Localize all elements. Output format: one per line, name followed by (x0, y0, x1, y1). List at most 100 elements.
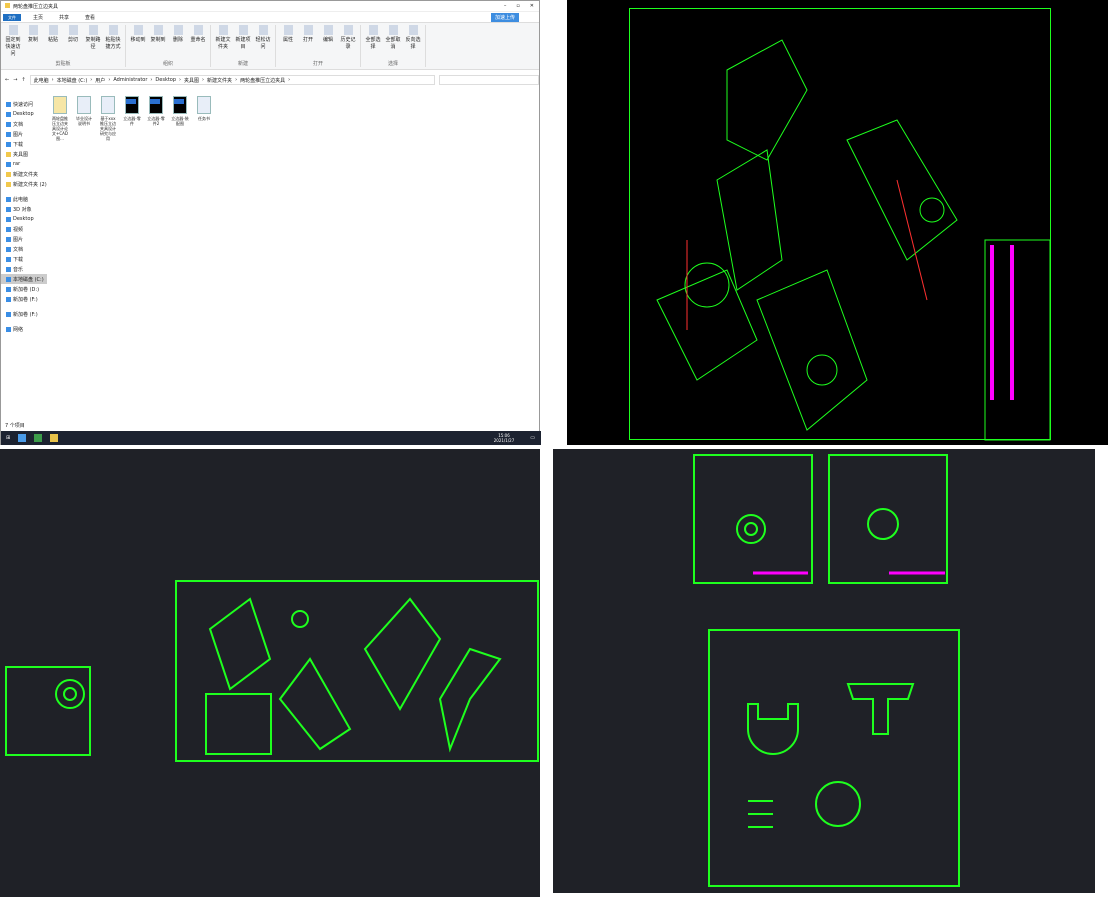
start-icon[interactable]: ⊞ (6, 435, 10, 441)
ribbon-button[interactable]: 反向选择 (405, 25, 421, 50)
nav-item[interactable]: 网络 (1, 324, 47, 334)
tab-view[interactable]: 查看 (81, 13, 99, 22)
nav-item[interactable]: 新建文件夹 (2) (1, 179, 47, 189)
ribbon-button[interactable]: 轻松访问 (255, 25, 271, 50)
explorer-taskbar-icon[interactable] (50, 434, 59, 442)
back-icon[interactable]: ← (5, 77, 9, 83)
ribbon-button[interactable]: 全部取消 (385, 25, 401, 50)
app-icon[interactable] (34, 434, 43, 442)
ribbon-button[interactable]: 复制到 (150, 25, 166, 43)
file-item[interactable]: 两轮盘推压立边夹具设计论文+CAD图... (51, 96, 69, 414)
ribbon-button[interactable]: 剪切 (65, 25, 81, 57)
file-item[interactable]: 立边器-零件 (123, 96, 141, 414)
ribbon-button[interactable]: 属性 (280, 25, 296, 50)
nav-item[interactable]: 视频 (1, 224, 47, 234)
nav-item[interactable]: 新加卷 (F:) (1, 309, 47, 319)
doc-file-icon (101, 96, 115, 114)
nav-item[interactable]: 快速访问 (1, 99, 47, 109)
ribbon-button[interactable]: 历史记录 (340, 25, 356, 50)
file-item[interactable]: 任务书 (195, 96, 213, 414)
ribbon-group-label: 组织 (162, 61, 173, 67)
location-icon (6, 311, 11, 317)
ribbon-button[interactable]: 粘贴 (45, 25, 61, 57)
ribbon-button[interactable]: 重命名 (190, 25, 206, 43)
breadcrumb-item[interactable]: 新建文件夹 (207, 77, 232, 84)
nav-item[interactable]: 图片 (1, 129, 47, 139)
file-item[interactable]: 基于xxx推压立边夹具设计研究与应用 (99, 96, 117, 414)
nav-item-label: 新加卷 (F:) (13, 311, 38, 318)
ribbon-button[interactable]: 粘贴快捷方式 (105, 25, 121, 57)
file-item[interactable]: 毕业设计说明书 (75, 96, 93, 414)
nav-item[interactable]: 新建文件夹 (1, 169, 47, 179)
nav-item[interactable]: Desktop (1, 109, 47, 119)
ribbon-button-label: 打开 (302, 37, 313, 43)
nav-item-label: 新建文件夹 (2) (13, 181, 47, 188)
clock[interactable]: 15:06 2021/1/27 (494, 433, 515, 443)
ribbon-button[interactable]: 复制 (25, 25, 41, 57)
nav-item[interactable]: 夹具图 (1, 149, 47, 159)
ribbon-button[interactable]: 全部选择 (365, 25, 381, 50)
nav-item-label: 文档 (13, 246, 24, 253)
ribbon-button[interactable]: 固定到快速访问 (5, 25, 21, 57)
notification-icon[interactable]: ▭ (530, 435, 535, 441)
ribbon-group-label: 选择 (387, 61, 398, 67)
ribbon-button-label: 新建文件夹 (215, 37, 231, 50)
nav-item[interactable]: 音乐 (1, 264, 47, 274)
tab-home[interactable]: 主页 (29, 13, 47, 22)
ribbon-button[interactable]: 移动到 (130, 25, 146, 43)
tab-share[interactable]: 共享 (55, 13, 73, 22)
location-icon (6, 161, 11, 167)
breadcrumb[interactable]: 此电脑 › 本地磁盘 (C:) › 用户 › Administrator › Desktop › 夹… (29, 75, 435, 85)
breadcrumb-item[interactable]: Desktop (155, 77, 176, 83)
nav-item[interactable]: 文档 (1, 119, 47, 129)
breadcrumb-item[interactable]: Administrator (113, 77, 147, 83)
nav-item[interactable]: 图片 (1, 234, 47, 244)
nav-item[interactable]: 此电脑 (1, 194, 47, 204)
nav-item[interactable]: 3D 对象 (1, 204, 47, 214)
location-icon (6, 236, 11, 242)
chevron-right-icon: › (90, 77, 93, 83)
ribbon-button[interactable]: 编辑 (320, 25, 336, 50)
close-icon[interactable]: ✕ (530, 3, 534, 9)
location-icon (6, 111, 11, 117)
maximize-icon[interactable]: ▫ (516, 3, 519, 9)
ribbon-button-icon (153, 25, 163, 35)
ribbon: 固定到快速访问 复制 粘贴 剪切 复制路径 粘贴快捷方式 剪贴板 移动到 复制到 删除 重命名 组织 新… (1, 22, 539, 70)
ribbon-button[interactable]: 新建项目 (235, 25, 251, 50)
nav-item[interactable]: 新加卷 (D:) (1, 284, 47, 294)
nav-item[interactable]: 新加卷 (F:) (1, 294, 47, 304)
app-icon[interactable] (18, 434, 27, 442)
ribbon-button[interactable]: 打开 (300, 25, 316, 50)
breadcrumb-item[interactable]: 此电脑 (34, 77, 49, 84)
tab-file[interactable]: 文件 (3, 13, 21, 21)
cloud-upload-button[interactable]: 加速上传 (490, 12, 519, 22)
breadcrumb-item[interactable]: 夹具图 (184, 77, 199, 84)
file-item[interactable]: 立边器-零件2 (147, 96, 165, 414)
breadcrumb-item[interactable]: 本地磁盘 (C:) (57, 77, 88, 84)
nav-item[interactable]: 文档 (1, 244, 47, 254)
location-icon (6, 286, 11, 292)
ribbon-group: 移动到 复制到 删除 重命名组织 (130, 25, 211, 67)
ribbon-button-label: 重命名 (190, 37, 206, 43)
nav-item[interactable]: 下载 (1, 139, 47, 149)
ribbon-button[interactable]: 复制路径 (85, 25, 101, 57)
file-item[interactable]: 立边器-装配图 (171, 96, 189, 414)
taskbar: ⊞ 15:06 2021/1/27 ▭ (1, 431, 541, 445)
ribbon-button[interactable]: 新建文件夹 (215, 25, 231, 50)
nav-item-label: 新建文件夹 (13, 171, 39, 178)
minimize-icon[interactable]: – (504, 3, 507, 9)
breadcrumb-item[interactable]: 用户 (95, 77, 105, 84)
parts-linework (55, 597, 502, 755)
ribbon-button[interactable]: 删除 (170, 25, 186, 43)
up-icon[interactable]: ↑ (21, 77, 25, 83)
file-name: 毕业设计说明书 (76, 116, 92, 126)
search-input[interactable] (439, 75, 539, 85)
nav-item[interactable]: rar (1, 159, 47, 169)
breadcrumb-item[interactable]: 两轮盘推压立边夹具 (240, 77, 285, 84)
nav-item[interactable]: 本地磁盘 (C:) (1, 274, 47, 284)
ribbon-button-icon (8, 25, 18, 35)
forward-icon[interactable]: → (13, 77, 17, 83)
cad-parts-drawing-2 (553, 449, 1095, 893)
nav-item[interactable]: 下载 (1, 254, 47, 264)
nav-item[interactable]: Desktop (1, 214, 47, 224)
